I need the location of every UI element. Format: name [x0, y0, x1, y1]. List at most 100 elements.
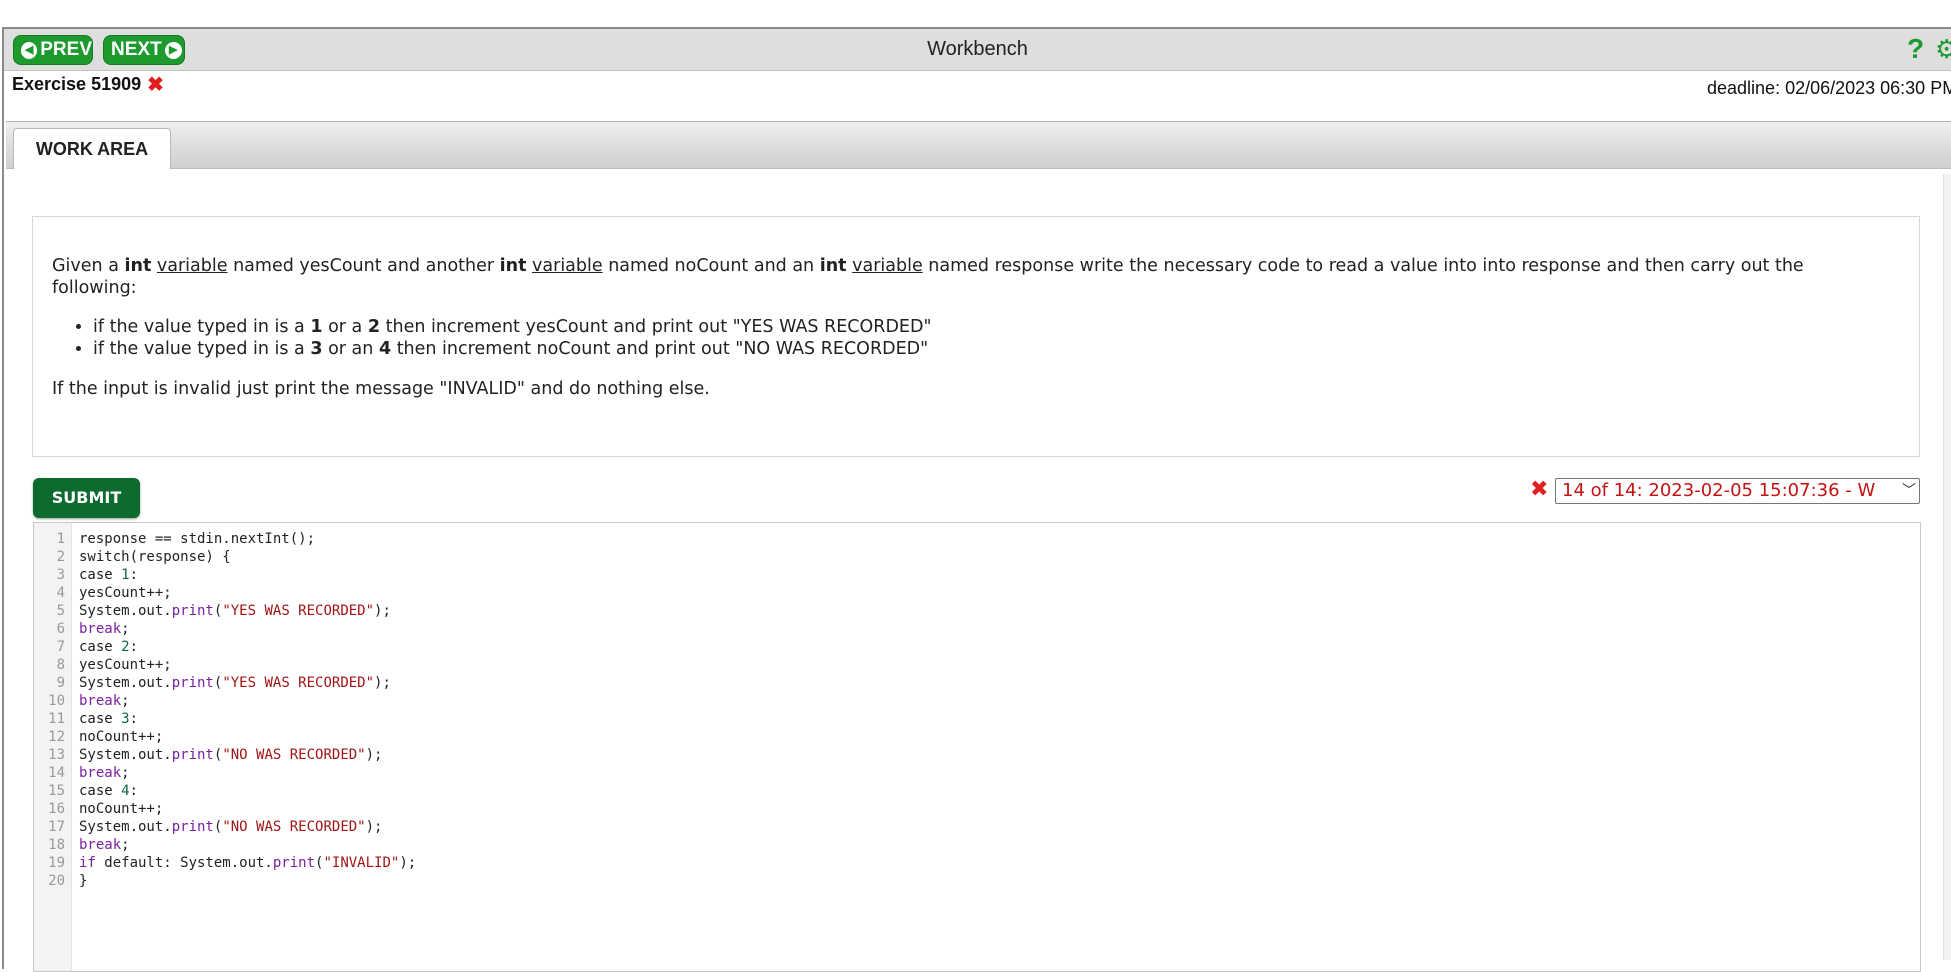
code-token: 4	[121, 783, 130, 799]
submission-select[interactable]: 14 of 14: 2023-02-05 15:07:36 - W ﹀	[1555, 478, 1920, 504]
code-line[interactable]: 3 case 1:	[34, 566, 1914, 584]
code-token: ;	[121, 765, 130, 781]
code-line[interactable]: 9 System.out.print("YES WAS RECORDED");	[34, 674, 1914, 692]
code-token: );	[374, 603, 391, 619]
code-text: System.out.print("NO WAS RECORDED");	[79, 746, 382, 764]
code-text: noCount++;	[79, 800, 163, 818]
code-line[interactable]: 7 case 2:	[34, 638, 1914, 656]
code-line[interactable]: 10 break;	[34, 692, 1914, 710]
code-token: break	[79, 693, 122, 709]
bullet-text: if the value typed in is a	[93, 317, 311, 337]
code-token: print	[171, 747, 214, 763]
intro-text-3: named noCount and an	[602, 256, 820, 276]
code-line[interactable]: 2 switch(response) {	[34, 548, 1914, 566]
exercise-number: Exercise 51909	[12, 74, 142, 94]
code-token: System.out.	[79, 675, 172, 691]
code-token: 1	[121, 567, 130, 583]
code-token: :	[129, 567, 139, 583]
code-token: }	[79, 873, 88, 889]
code-text: yesCount++;	[79, 584, 172, 602]
code-token: 2	[121, 639, 130, 655]
line-number: 9	[56, 675, 65, 691]
code-line[interactable]: 13 System.out.print("NO WAS RECORDED");	[34, 746, 1914, 764]
list-item: if the value typed in is a 1 or a 2 then…	[93, 316, 932, 338]
code-text: break;	[79, 620, 130, 638]
code-token: yesCount++;	[79, 657, 172, 673]
code-token: print	[171, 819, 214, 835]
code-text: case 3:	[79, 710, 138, 728]
help-icon[interactable]: ?	[1907, 32, 1924, 66]
code-token: "NO WAS RECORDED"	[222, 819, 366, 835]
code-line[interactable]: 4 yesCount++;	[34, 584, 1914, 602]
code-token: case	[79, 567, 122, 583]
line-number: 6	[56, 621, 65, 637]
code-token: "YES WAS RECORDED"	[222, 675, 375, 691]
line-number: 1	[56, 531, 65, 547]
code-line[interactable]: 20}	[34, 872, 1914, 890]
code-token: );	[365, 819, 383, 835]
code-token: ;	[121, 693, 130, 709]
code-token: break	[79, 837, 122, 853]
code-text: noCount++;	[79, 728, 163, 746]
code-editor[interactable]: 1 response == stdin.nextInt(); 2 switch(res…	[33, 522, 1921, 972]
code-token: );	[399, 855, 417, 871]
requirements-list: if the value typed in is a 1 or a 2 then…	[52, 316, 932, 360]
prev-label: PREV	[40, 39, 92, 60]
code-token: :	[129, 711, 139, 727]
next-button[interactable]: NEXT ▶	[103, 35, 185, 65]
code-text: break;	[79, 692, 130, 710]
code-text: break;	[79, 836, 130, 854]
line-number: 5	[56, 603, 65, 619]
code-line[interactable]: 19 if default: System.out.print("INVALID"…	[34, 854, 1914, 872]
code-line[interactable]: 18 break;	[34, 836, 1914, 854]
bullet-value: 2	[367, 317, 381, 337]
code-line[interactable]: 14 break;	[34, 764, 1914, 782]
deadline-text: deadline: 02/06/2023 06:30 PM	[1707, 78, 1951, 98]
submission-select-value: 14 of 14: 2023-02-05 15:07:36 - W	[1562, 480, 1876, 501]
variable-link[interactable]: variable	[532, 256, 603, 276]
line-number: 8	[56, 657, 65, 673]
code-token: break	[79, 765, 122, 781]
code-text: }	[79, 872, 87, 890]
code-token: noCount++;	[79, 801, 164, 817]
code-token: );	[365, 747, 383, 763]
code-line[interactable]: 6 break;	[34, 620, 1914, 638]
code-text: switch(response) {	[79, 548, 231, 566]
code-line[interactable]: 11 case 3:	[34, 710, 1914, 728]
line-number: 17	[48, 819, 65, 835]
gear-icon[interactable]: ⚙	[1935, 33, 1951, 67]
line-number: 19	[48, 855, 65, 871]
code-line[interactable]: 12 noCount++;	[34, 728, 1914, 746]
code-token: );	[374, 675, 391, 691]
submit-button[interactable]: SUBMIT	[33, 478, 140, 518]
chevron-down-icon: ﹀	[1902, 483, 1916, 499]
title-bar: Workbench ◀ PREV NEXT ▶ ? ⚙	[4, 29, 1951, 71]
line-number: 11	[48, 711, 65, 727]
code-token: case	[79, 783, 122, 799]
code-line[interactable]: 16 noCount++;	[34, 800, 1914, 818]
code-token: System.out.	[79, 603, 172, 619]
line-number: 4	[56, 585, 65, 601]
code-token: :	[129, 783, 139, 799]
variable-link[interactable]: variable	[852, 256, 923, 276]
code-line[interactable]: 8 yesCount++;	[34, 656, 1914, 674]
int-keyword: int	[499, 256, 527, 276]
code-text: System.out.print("YES WAS RECORDED");	[79, 602, 391, 620]
code-token: print	[171, 603, 214, 619]
exercise-title: Exercise 51909 ✖	[12, 74, 164, 95]
code-token: "INVALID"	[323, 855, 400, 871]
bullet-text: then increment noCount and print out "NO…	[391, 339, 929, 359]
code-token: 3	[121, 711, 130, 727]
code-line[interactable]: 1 response == stdin.nextInt();	[34, 530, 1914, 548]
code-line[interactable]: 17 System.out.print("NO WAS RECORDED");	[34, 818, 1914, 836]
code-line[interactable]: 15 case 4:	[34, 782, 1914, 800]
code-line[interactable]: 5 System.out.print("YES WAS RECORDED");	[34, 602, 1914, 620]
line-number: 18	[48, 837, 65, 853]
code-text: case 2:	[79, 638, 138, 656]
scrollbar[interactable]	[1943, 174, 1951, 960]
line-number: 2	[56, 549, 65, 565]
tab-work-area[interactable]: WORK AREA	[13, 128, 171, 169]
line-number: 12	[48, 729, 65, 745]
prev-button[interactable]: ◀ PREV	[13, 35, 93, 65]
variable-link[interactable]: variable	[157, 256, 228, 276]
